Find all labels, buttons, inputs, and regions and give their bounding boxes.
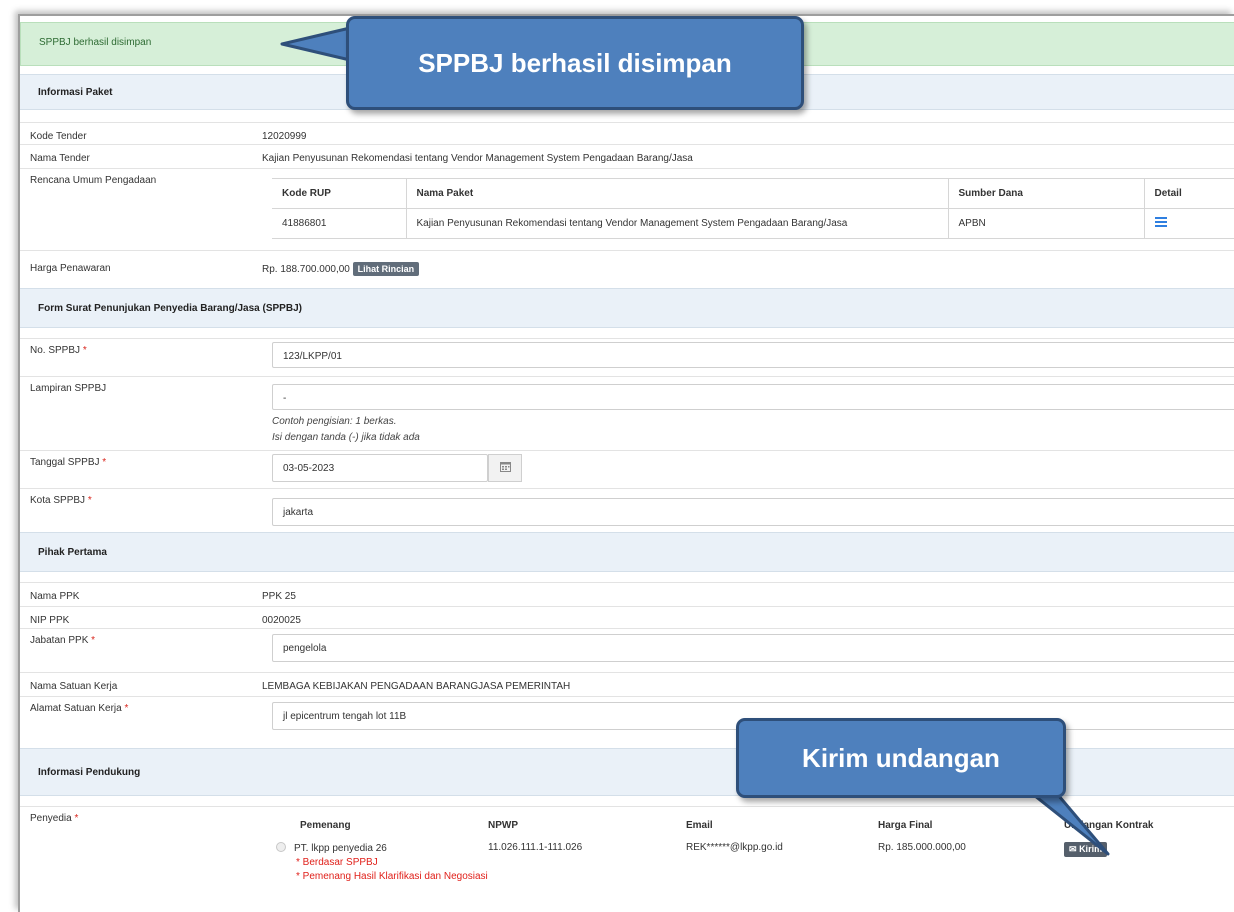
callout-top-arrow (280, 26, 352, 62)
callout-kirim: Kirim undangan (736, 718, 1066, 798)
callout-saved-text: SPPBJ berhasil disimpan (418, 47, 732, 78)
callout-saved: SPPBJ berhasil disimpan (346, 16, 804, 110)
callout-kirim-text: Kirim undangan (802, 742, 1000, 773)
